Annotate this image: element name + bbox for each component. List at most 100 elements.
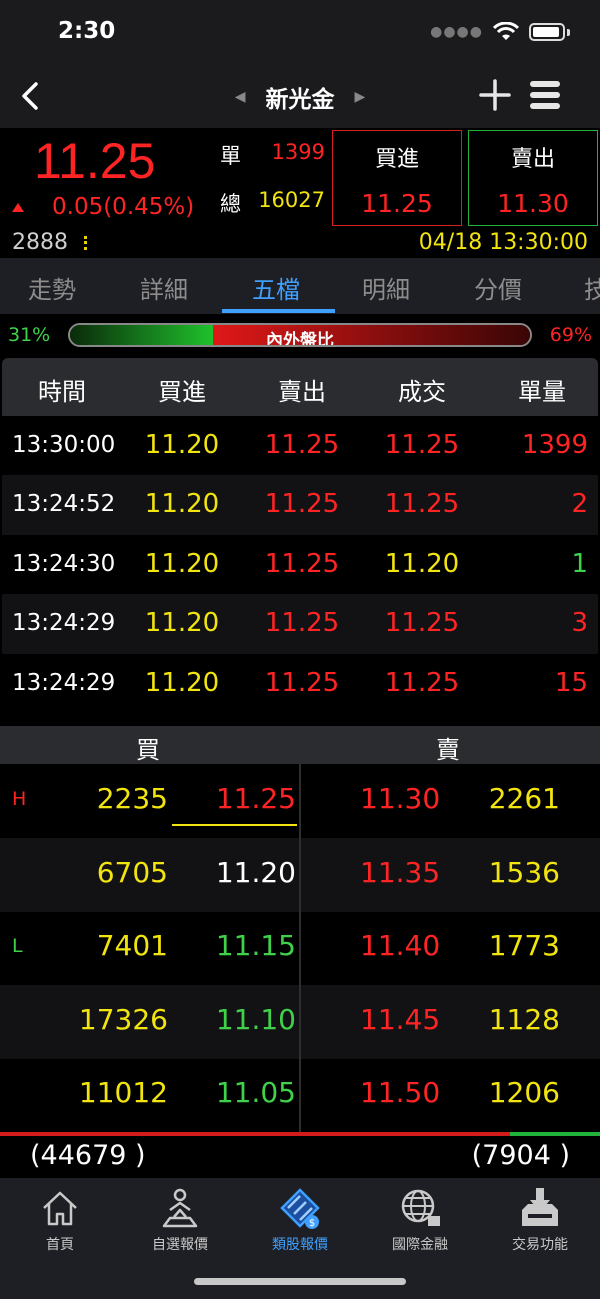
ratio-bar: 內外盤比: [68, 323, 532, 347]
order-book-header: 買 賣: [0, 726, 600, 764]
col-time: 時間: [38, 378, 86, 406]
bid-volume: 11012: [78, 1076, 168, 1110]
current-price-underline: [172, 824, 297, 826]
tick-sell-price: 11.25: [264, 667, 340, 698]
up-arrow-icon: [12, 203, 24, 212]
tab-detail[interactable]: 詳細: [140, 270, 188, 305]
tab-ticks[interactable]: 明細: [362, 270, 410, 305]
tick-sell-price: 11.25: [264, 489, 340, 520]
tab-trend[interactable]: 走勢: [28, 270, 76, 305]
ask-price: 11.40: [360, 929, 441, 963]
nav-global-finance[interactable]: 國際金融: [360, 1184, 480, 1254]
tick-volume: 2: [571, 489, 588, 520]
ask-volume: 1128: [488, 1002, 560, 1036]
ratio-label: 內外盤比: [266, 331, 334, 347]
sell-button[interactable]: 賣出 11.30: [468, 130, 598, 226]
col-buy: 買進: [158, 378, 206, 406]
order-book-totals: (44679 ) (7904 ): [0, 1136, 600, 1178]
svg-text:$: $: [309, 1218, 315, 1229]
price-change: 0.05(0.45%): [52, 194, 195, 220]
tab-five-levels[interactable]: 五檔: [252, 270, 300, 305]
tick-deal-price: 11.25: [384, 608, 460, 639]
tab-technical[interactable]: 技: [584, 270, 600, 305]
watchlist-icon: [162, 1188, 198, 1228]
tick-table-body: 13:30:00 11.20 11.25 11.25 1399 13:24:52 11.20…: [2, 416, 598, 726]
sell-label: 賣出: [510, 147, 555, 172]
prev-stock-icon[interactable]: ◀: [235, 89, 246, 105]
bid-price: 11.20: [215, 855, 296, 889]
table-row[interactable]: 13:24:29 11.20 11.25 11.25 15: [2, 653, 598, 713]
buy-button[interactable]: 買進 11.25: [332, 130, 462, 226]
high-low-tag: H: [12, 788, 27, 810]
tick-buy-price: 11.20: [144, 548, 220, 579]
bid-side-label: 買: [136, 736, 160, 764]
home-indicator[interactable]: [194, 1278, 406, 1285]
bid-volume: 2235: [96, 782, 168, 815]
tick-volume: 1399: [521, 430, 588, 460]
tick-buy-price: 11.20: [144, 489, 220, 520]
stock-title: 新光金: [265, 87, 335, 113]
home-icon: [43, 1191, 77, 1226]
col-deal: 成交: [398, 378, 446, 406]
tick-sell-price: 11.25: [264, 608, 340, 639]
nav-sector-quote-label: 類股報價: [272, 1237, 328, 1253]
sell-price: 11.30: [497, 189, 569, 218]
table-row[interactable]: 13:24:29 11.20 11.25 11.25 3: [2, 594, 598, 654]
tick-deal-price: 11.20: [384, 548, 460, 579]
table-row[interactable]: 13:30:00 11.20 11.25 11.25 1399: [2, 416, 598, 476]
nav-bar: ◀ 新光金 ▶: [0, 66, 600, 128]
next-stock-icon[interactable]: ▶: [355, 89, 366, 105]
total-volume-value: 16027: [258, 188, 325, 212]
ask-price: 11.50: [360, 1076, 441, 1110]
tick-deal-price: 11.25: [384, 667, 460, 698]
tick-sell-price: 11.25: [264, 548, 340, 579]
nav-watchlist[interactable]: 自選報價: [120, 1184, 240, 1254]
wifi-icon: [493, 22, 519, 40]
buy-price: 11.25: [361, 189, 433, 218]
bid-volume: 7401: [96, 929, 168, 963]
bid-price: 11.25: [215, 782, 296, 815]
bid-volume: 6705: [96, 855, 168, 889]
tick-sell-price: 11.25: [264, 430, 340, 460]
tick-volume: 15: [554, 667, 588, 698]
tick-time: 13:24:30: [12, 550, 116, 577]
col-sell: 賣出: [278, 378, 326, 406]
order-book-divider: [299, 764, 301, 1132]
tab-price-volume[interactable]: 分價: [474, 270, 522, 305]
outer-ratio: 69%: [549, 324, 592, 346]
back-icon[interactable]: [16, 76, 48, 116]
tick-buy-price: 11.20: [144, 667, 220, 698]
table-row[interactable]: 13:24:52 11.20 11.25 11.25 2: [2, 475, 598, 535]
stock-switcher: ◀ 新光金 ▶: [220, 80, 380, 114]
tick-deal-price: 11.25: [384, 489, 460, 520]
col-volume: 單量: [518, 378, 566, 406]
inner-ratio: 31%: [8, 324, 51, 346]
tick-buy-price: 11.20: [144, 430, 220, 460]
status-bar: 2:30 ●●●●: [0, 0, 600, 66]
nav-trade-label: 交易功能: [512, 1237, 568, 1253]
tick-buy-price: 11.20: [144, 608, 220, 639]
bid-price: 11.05: [215, 1076, 296, 1110]
bid-volume: 17326: [78, 1002, 168, 1036]
total-bid-volume: (44679 ): [30, 1140, 146, 1171]
single-volume-label: 單: [220, 144, 241, 168]
quote-datetime: 04/18 13:30:00: [418, 230, 588, 255]
ask-volume: 1206: [488, 1076, 560, 1110]
buy-label: 買進: [374, 147, 419, 172]
tick-volume: 3: [571, 608, 588, 639]
nav-home[interactable]: 首頁: [0, 1184, 120, 1254]
menu-icon[interactable]: [528, 78, 562, 112]
status-time: 2:30: [58, 18, 116, 44]
ask-volume: 1536: [488, 855, 560, 889]
bid-price: 11.10: [215, 1002, 296, 1036]
add-icon[interactable]: [478, 78, 512, 112]
table-row[interactable]: 13:24:30 11.20 11.25 11.20 1: [2, 534, 598, 595]
nav-trade[interactable]: 交易功能: [480, 1184, 600, 1254]
bid-price: 11.15: [215, 929, 296, 963]
total-volume-label: 總: [220, 192, 241, 216]
ask-price: 11.45: [360, 1002, 441, 1036]
globe-icon: [401, 1189, 440, 1226]
nav-sector-quote[interactable]: $ 類股報價: [240, 1184, 360, 1254]
tab-bar: 走勢 詳細 五檔 明細 分價 技: [0, 258, 600, 314]
status-icons: ●●●●: [430, 22, 570, 42]
